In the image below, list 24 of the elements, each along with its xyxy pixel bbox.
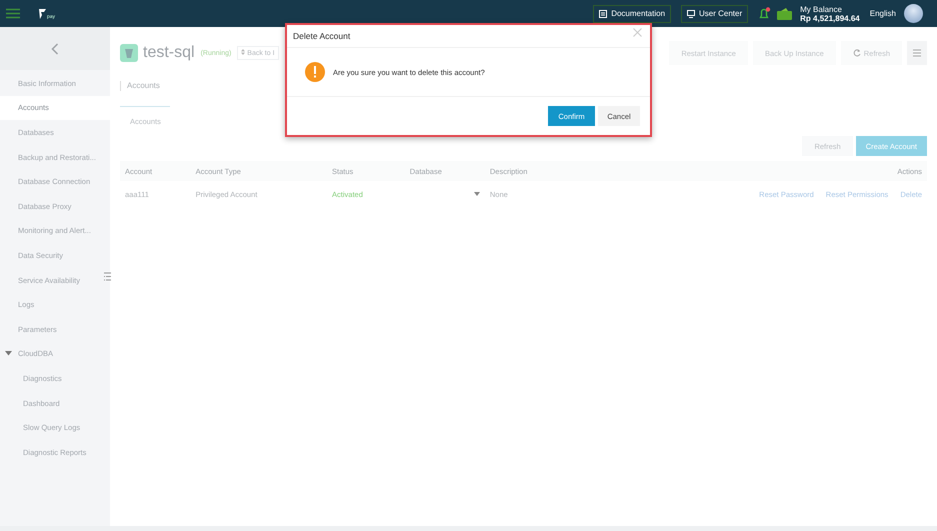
language-selector[interactable]: English — [870, 9, 896, 18]
monitor-icon — [687, 10, 696, 18]
list-button[interactable] — [907, 41, 927, 65]
documentation-button[interactable]: Documentation — [593, 4, 672, 22]
database-icon — [120, 44, 138, 62]
document-icon — [599, 10, 608, 18]
caret-icon[interactable] — [5, 351, 12, 356]
balance-amount: Rp 4,521,894.64 — [800, 14, 860, 22]
dropdown-caret-icon[interactable] — [474, 192, 480, 196]
refresh-icon — [852, 49, 861, 57]
dialog-title: Delete Account — [293, 31, 350, 41]
instance-name: test-sql — [143, 44, 195, 62]
collapse-icon[interactable] — [51, 42, 59, 54]
logo-icon — [38, 8, 47, 20]
list-icon — [913, 49, 921, 57]
warning-icon — [305, 62, 325, 82]
sort-icon — [241, 50, 246, 57]
balance-label: My Balance — [800, 4, 843, 14]
avatar[interactable] — [904, 4, 923, 23]
user-center-button[interactable]: User Center — [681, 4, 748, 22]
menu-icon[interactable] — [6, 8, 20, 19]
collapse-handle-icon[interactable] — [104, 272, 111, 281]
wallet-icon[interactable] — [777, 7, 792, 20]
bell-icon[interactable] — [758, 7, 772, 20]
